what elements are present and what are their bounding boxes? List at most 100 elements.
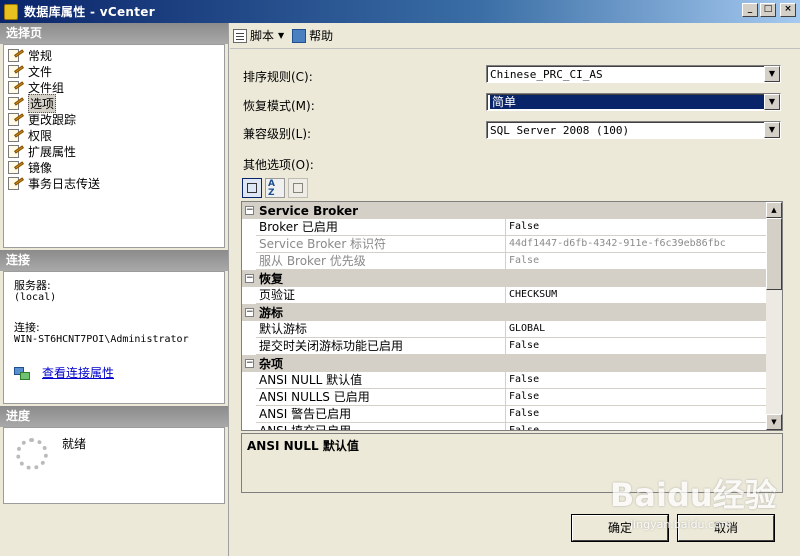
collapse-icon[interactable]: − — [245, 274, 254, 283]
page-icon — [8, 176, 24, 190]
page-icon — [8, 48, 24, 62]
property-value[interactable]: GLOBAL — [506, 321, 768, 337]
progress-header: 进度 — [0, 406, 228, 427]
toolbar: 脚本 ▼ 帮助 — [230, 23, 800, 49]
help-button[interactable]: 帮助 — [292, 27, 333, 44]
page-item[interactable]: 扩展属性 — [4, 143, 224, 159]
other-options-row: 其他选项(O): — [243, 156, 314, 173]
collapse-icon[interactable]: − — [245, 308, 254, 317]
script-icon — [233, 28, 247, 43]
grid-category[interactable]: − 恢复 — [242, 270, 768, 287]
progress-panel: 就绪 — [3, 427, 225, 504]
scroll-down-icon[interactable]: ▼ — [766, 414, 782, 430]
minimize-button[interactable]: _ — [742, 3, 758, 17]
property-grid-scrollbar[interactable]: ▲ ▼ — [766, 202, 782, 430]
page-icon — [8, 64, 24, 78]
property-value[interactable]: CHECKSUM — [506, 287, 768, 303]
maximize-button[interactable]: □ — [760, 3, 776, 17]
property-name: Service Broker 标识符 — [256, 236, 506, 252]
grid-row[interactable]: 默认游标 GLOBAL — [256, 321, 768, 338]
property-pages-icon[interactable] — [288, 178, 308, 198]
view-connection-properties-link[interactable]: 查看连接属性 — [14, 364, 214, 381]
grid-category[interactable]: − 游标 — [242, 304, 768, 321]
left-panel: 选择页 常规 文件 文件组 选项 更改跟踪 权限 扩展属性 镜像 事务日志传送 连接 服务器: … — [0, 23, 229, 556]
grid-row[interactable]: ANSI 警告已启用 False — [256, 406, 768, 423]
server-value: (local) — [14, 292, 57, 303]
grid-row[interactable]: ANSI NULLS 已启用 False — [256, 389, 768, 406]
page-item[interactable]: 选项 — [4, 93, 224, 113]
page-icon — [8, 128, 24, 142]
property-value[interactable]: False — [506, 406, 768, 422]
property-grid-content: − Service Broker Broker 已启用 False Service Br… — [242, 202, 768, 430]
compatibility-level-select[interactable]: SQL Server 2008 (100) ▼ — [486, 121, 781, 139]
grid-category[interactable]: − 杂项 — [242, 355, 768, 372]
page-list: 常规 文件 文件组 选项 更改跟踪 权限 扩展属性 镜像 事务日志传送 — [3, 44, 225, 248]
grid-row[interactable]: ANSI 填充已启用 False — [256, 423, 768, 430]
page-icon — [8, 112, 24, 126]
page-item[interactable]: 更改跟踪 — [4, 111, 224, 127]
property-value[interactable]: False — [506, 338, 768, 354]
grid-category-label: 恢复 — [259, 272, 284, 286]
watermark-logo: Baidu经验 — [610, 476, 777, 514]
window-title: 数据库属性 - vCenter — [24, 5, 155, 19]
script-button[interactable]: 脚本 ▼ — [233, 27, 284, 44]
page-item[interactable]: 权限 — [4, 127, 224, 143]
page-item[interactable]: 文件 — [4, 63, 224, 79]
title-bar: 数据库属性 - vCenter _ □ × — [0, 0, 800, 23]
property-value[interactable]: False — [506, 423, 768, 430]
compat-label: 兼容级别(L): — [243, 127, 312, 141]
grid-row[interactable]: 服从 Broker 优先级 False — [256, 253, 768, 270]
page-item[interactable]: 事务日志传送 — [4, 175, 224, 191]
grid-row[interactable]: Broker 已启用 False — [256, 219, 768, 236]
close-button[interactable]: × — [780, 3, 796, 17]
page-icon — [8, 96, 24, 110]
property-name: 页验证 — [256, 287, 506, 303]
grid-category[interactable]: − Service Broker — [242, 202, 768, 219]
categorized-icon[interactable] — [242, 178, 262, 198]
recovery-value: 简单 — [490, 95, 764, 109]
collation-value: Chinese_PRC_CI_AS — [490, 67, 603, 81]
page-icon — [8, 80, 24, 94]
property-value[interactable]: False — [506, 389, 768, 405]
view-connection-properties-label[interactable]: 查看连接属性 — [42, 364, 114, 381]
compat-value: SQL Server 2008 (100) — [490, 123, 630, 137]
other-options-label: 其他选项(O): — [243, 158, 314, 172]
connection-value: WIN-ST6HCNT7POI\Administrator — [14, 334, 189, 345]
grid-row[interactable]: 提交时关闭游标功能已启用 False — [256, 338, 768, 355]
property-name: ANSI 填充已启用 — [256, 423, 506, 430]
collation-select[interactable]: Chinese_PRC_CI_AS ▼ — [486, 65, 781, 83]
property-value[interactable]: False — [506, 219, 768, 235]
grid-category-label: 杂项 — [259, 357, 284, 371]
collapse-icon[interactable]: − — [245, 206, 254, 215]
progress-spinner-icon — [16, 438, 48, 470]
page-item-label: 扩展属性 — [28, 144, 77, 159]
window-controls: _ □ × — [742, 3, 796, 17]
chevron-down-icon[interactable]: ▼ — [764, 66, 780, 82]
script-label: 脚本 — [250, 29, 275, 43]
grid-row[interactable]: 页验证 CHECKSUM — [256, 287, 768, 304]
chevron-down-icon[interactable]: ▼ — [764, 94, 780, 110]
alphabetical-sort-icon[interactable]: AZ — [265, 178, 285, 198]
chevron-down-icon: ▼ — [278, 31, 285, 40]
page-item-label: 镜像 — [28, 160, 53, 175]
property-name: ANSI NULL 默认值 — [256, 372, 506, 388]
chevron-down-icon[interactable]: ▼ — [764, 122, 780, 138]
grid-row[interactable]: ANSI NULL 默认值 False — [256, 372, 768, 389]
grid-category-label: Service Broker — [259, 203, 359, 218]
recovery-model-select[interactable]: 简单 ▼ — [486, 93, 781, 111]
page-item[interactable]: 镜像 — [4, 159, 224, 175]
page-item-label: 事务日志传送 — [28, 176, 101, 191]
collapse-icon[interactable]: − — [245, 359, 254, 368]
watermark-url: jingyan.baidu.com — [630, 518, 732, 531]
property-name: 提交时关闭游标功能已启用 — [256, 338, 506, 354]
page-icon — [8, 160, 24, 174]
scroll-thumb[interactable] — [766, 218, 782, 290]
scroll-up-icon[interactable]: ▲ — [766, 202, 782, 218]
page-item[interactable]: 常规 — [4, 47, 224, 63]
property-value[interactable]: 44df1447-d6fb-4342-911e-f6c39eb86fbc — [506, 236, 768, 252]
compat-row: 兼容级别(L): — [243, 125, 311, 142]
grid-row[interactable]: Service Broker 标识符 44df1447-d6fb-4342-911… — [256, 236, 768, 253]
property-value[interactable]: False — [506, 253, 768, 269]
property-grid: − Service Broker Broker 已启用 False Service Br… — [241, 201, 783, 431]
property-value[interactable]: False — [506, 372, 768, 388]
